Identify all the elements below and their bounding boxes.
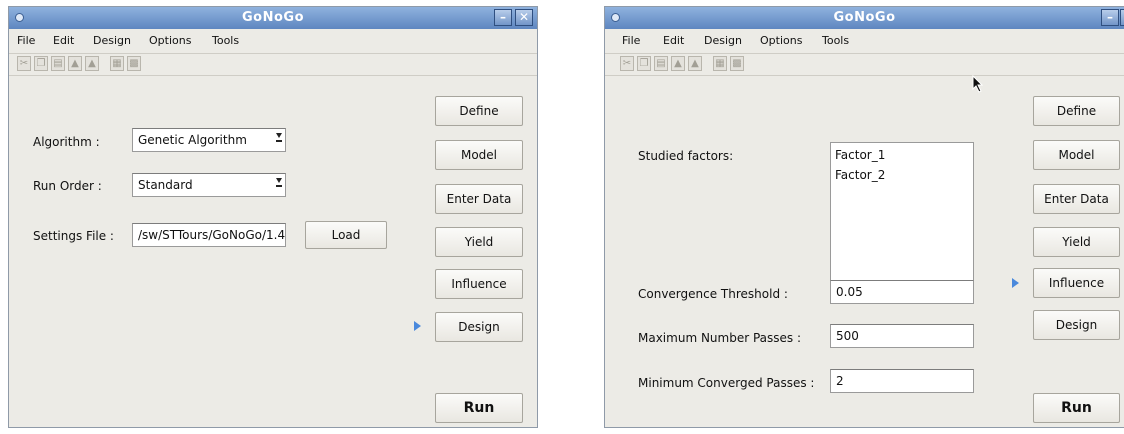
- min-converged-passes-label: Minimum Converged Passes :: [638, 376, 815, 390]
- chart-icon[interactable]: ▦: [110, 56, 124, 71]
- cut-icon[interactable]: ✂: [620, 56, 634, 71]
- algorithm-select[interactable]: Genetic Algorithm: [132, 128, 286, 152]
- studied-factors-label: Studied factors:: [638, 149, 734, 163]
- design-button[interactable]: Design: [435, 312, 523, 342]
- run-button[interactable]: Run: [1033, 393, 1120, 423]
- minimize-icon[interactable]: –: [494, 9, 512, 26]
- grid-icon[interactable]: ▩: [730, 56, 744, 71]
- copy-icon[interactable]: ❐: [34, 56, 48, 71]
- menu-options[interactable]: Options: [149, 34, 191, 47]
- max-passes-input[interactable]: 500: [830, 324, 974, 348]
- chevron-down-icon: [276, 178, 282, 183]
- list-item[interactable]: Factor_2: [835, 168, 885, 182]
- minimize-icon[interactable]: –: [1101, 9, 1119, 26]
- menu-options[interactable]: Options: [760, 34, 802, 47]
- paste-icon[interactable]: ▤: [51, 56, 65, 71]
- save-icon[interactable]: ▲: [688, 56, 702, 71]
- open-icon[interactable]: ▲: [671, 56, 685, 71]
- paste-icon[interactable]: ▤: [654, 56, 668, 71]
- yield-button[interactable]: Yield: [435, 227, 523, 257]
- algorithm-value: Genetic Algorithm: [138, 133, 247, 147]
- run-order-value: Standard: [138, 178, 193, 192]
- menu-edit[interactable]: Edit: [53, 34, 74, 47]
- close-icon[interactable]: ✕: [515, 9, 533, 26]
- menu-file[interactable]: File: [622, 34, 640, 47]
- model-button[interactable]: Model: [435, 140, 523, 170]
- studied-factors-list[interactable]: Factor_1 Factor_2: [830, 142, 974, 289]
- title-bar: GoNoGo – ✕: [605, 7, 1124, 29]
- menu-file[interactable]: File: [17, 34, 35, 47]
- max-passes-label: Maximum Number Passes :: [638, 331, 802, 345]
- influence-button[interactable]: Influence: [1033, 268, 1120, 298]
- toolbar: ✂ ❐ ▤ ▲ ▲ ▦ ▩: [9, 53, 537, 76]
- run-button[interactable]: Run: [435, 393, 523, 423]
- window-title: GoNoGo: [241, 10, 304, 25]
- menu-design[interactable]: Design: [93, 34, 131, 47]
- convergence-threshold-label: Convergence Threshold :: [638, 287, 788, 301]
- define-button[interactable]: Define: [1033, 96, 1120, 126]
- current-step-pointer-icon: [414, 321, 421, 331]
- convergence-threshold-input[interactable]: 0.05: [830, 280, 974, 304]
- menu-design[interactable]: Design: [704, 34, 742, 47]
- gonogo-window-right: GoNoGo – ✕ File Edit Design Options Tool…: [604, 6, 1124, 428]
- run-order-label: Run Order :: [33, 179, 102, 193]
- open-icon[interactable]: ▲: [68, 56, 82, 71]
- settings-file-input[interactable]: /sw/STTours/GoNoGo/1.4/: [132, 223, 286, 247]
- run-order-select[interactable]: Standard: [132, 173, 286, 197]
- menu-tools[interactable]: Tools: [822, 34, 849, 47]
- chart-icon[interactable]: ▦: [713, 56, 727, 71]
- load-button[interactable]: Load: [305, 221, 387, 249]
- window-title: GoNoGo: [833, 10, 896, 25]
- menu-tools[interactable]: Tools: [212, 34, 239, 47]
- title-bar: GoNoGo – ✕: [9, 7, 537, 29]
- enter-data-button[interactable]: Enter Data: [1033, 184, 1120, 214]
- menu-edit[interactable]: Edit: [663, 34, 684, 47]
- menu-bar: File Edit Design Options Tools: [605, 29, 1124, 54]
- gonogo-window-left: GoNoGo – ✕ File Edit Design Options Tool…: [8, 6, 538, 428]
- close-icon[interactable]: ✕: [1120, 9, 1124, 26]
- grid-icon[interactable]: ▩: [127, 56, 141, 71]
- menu-bar: File Edit Design Options Tools: [9, 29, 537, 54]
- list-item[interactable]: Factor_1: [835, 148, 885, 162]
- enter-data-button[interactable]: Enter Data: [435, 184, 523, 214]
- mouse-cursor-icon: [972, 75, 984, 93]
- save-icon[interactable]: ▲: [85, 56, 99, 71]
- settings-file-label: Settings File :: [33, 229, 114, 243]
- influence-button[interactable]: Influence: [435, 269, 523, 299]
- current-step-pointer-icon: [1012, 278, 1019, 288]
- algorithm-label: Algorithm :: [33, 135, 100, 149]
- toolbar: ✂ ❐ ▤ ▲ ▲ ▦ ▩: [605, 53, 1124, 76]
- define-button[interactable]: Define: [435, 96, 523, 126]
- min-converged-passes-input[interactable]: 2: [830, 369, 974, 393]
- design-button[interactable]: Design: [1033, 310, 1120, 340]
- chevron-down-icon: [276, 133, 282, 138]
- copy-icon[interactable]: ❐: [637, 56, 651, 71]
- yield-button[interactable]: Yield: [1033, 227, 1120, 257]
- model-button[interactable]: Model: [1033, 140, 1120, 170]
- cut-icon[interactable]: ✂: [17, 56, 31, 71]
